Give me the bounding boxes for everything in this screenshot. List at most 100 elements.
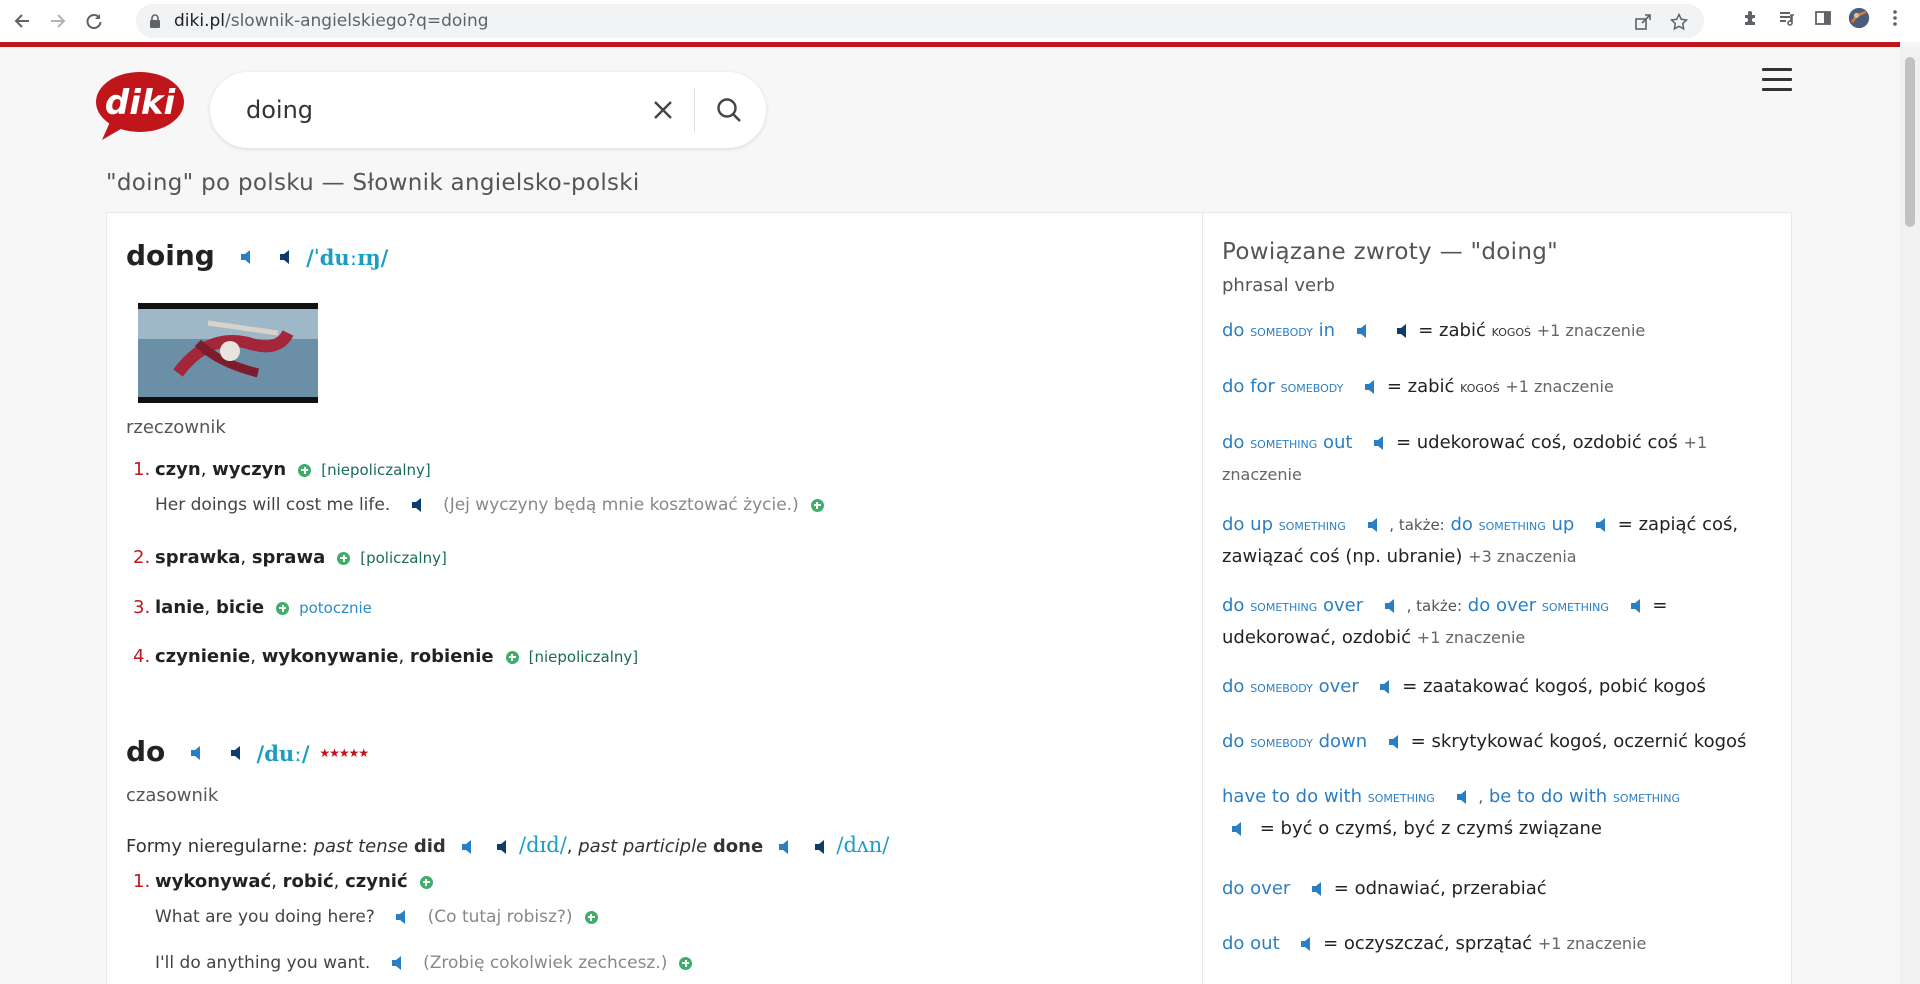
add-to-list-icon[interactable]	[810, 498, 824, 512]
translation-word[interactable]: lanie	[155, 597, 205, 618]
add-to-list-icon[interactable]	[276, 601, 290, 615]
speaker-icon[interactable]	[1230, 821, 1248, 837]
translation-word[interactable]: robić	[283, 871, 334, 892]
translation-word[interactable]: robienie	[410, 646, 494, 667]
phrase-item: do somebody in = zabić kogoś +1 znaczeni…	[1222, 320, 1646, 341]
back-icon[interactable]	[8, 7, 36, 35]
frequency-stars: ★★★★★	[319, 746, 369, 760]
translation-word[interactable]: sprawa	[252, 547, 325, 568]
phrase-item: have to do with something , be to do wit…	[1222, 786, 1681, 839]
speaker-icon[interactable]	[1363, 379, 1381, 395]
meaning-1: 1. czyn, wyczyn [niepoliczalny]	[133, 459, 431, 480]
lock-icon	[150, 14, 160, 28]
phrase-link[interactable]: do somebody over	[1222, 676, 1359, 697]
translation-word[interactable]: czynienie	[155, 646, 250, 667]
speaker-icon[interactable]	[1629, 598, 1647, 614]
entries-column: doing /ˈduːɪŋ/ rzeczownik 1. czyn, wyczyn…	[107, 213, 1203, 984]
clear-search-icon[interactable]	[652, 99, 674, 125]
phrase-link[interactable]: be to do with something	[1489, 786, 1680, 807]
phrase-link[interactable]: do something up	[1450, 514, 1574, 535]
extensions-icon[interactable]	[1740, 7, 1762, 29]
chrome-menu-icon[interactable]	[1884, 7, 1906, 29]
phrase-link[interactable]: do over something	[1468, 595, 1609, 616]
translation-word[interactable]: wyczyn	[212, 459, 286, 480]
search-box: doing	[210, 72, 766, 148]
related-title: Powiązane zwroty — "doing"	[1222, 239, 1558, 265]
phrase-link[interactable]: do up something	[1222, 514, 1346, 535]
menu-icon[interactable]	[1762, 68, 1792, 92]
diki-logo[interactable]: diki	[92, 70, 186, 142]
phrase-item: do somebody over = zaatakować kogoś, pob…	[1222, 676, 1706, 697]
speaker-icon[interactable]	[1455, 789, 1473, 805]
scrollbar-thumb[interactable]	[1905, 57, 1915, 227]
phrase-link[interactable]: do over	[1222, 878, 1290, 899]
register-tag[interactable]: potocznie	[299, 599, 372, 617]
grammar-tag: [policzalny]	[360, 549, 447, 567]
phrase-link[interactable]: do somebody down	[1222, 731, 1367, 752]
pronunciation: /ˈduːɪŋ/	[306, 245, 389, 270]
speaker-uk-icon[interactable]	[777, 839, 795, 855]
add-to-list-icon[interactable]	[298, 463, 312, 477]
search-divider	[694, 88, 695, 132]
speaker-uk-icon[interactable]	[189, 745, 207, 761]
speaker-icon[interactable]	[1366, 517, 1384, 533]
meaning-1: 1. wykonywać, robić, czynić	[133, 871, 443, 892]
phrase-link[interactable]: do out	[1222, 933, 1280, 954]
speaker-icon[interactable]	[1594, 517, 1612, 533]
phrase-link[interactable]: do something over	[1222, 595, 1363, 616]
phrase-link[interactable]: do something out	[1222, 432, 1352, 453]
translation-word[interactable]: czyn	[155, 459, 201, 480]
search-icon[interactable]	[716, 97, 742, 127]
add-to-list-icon[interactable]	[679, 956, 693, 970]
speaker-icon[interactable]	[1387, 734, 1405, 750]
speaker-icon[interactable]	[394, 909, 412, 925]
add-to-list-icon[interactable]	[505, 650, 519, 664]
reload-icon[interactable]	[80, 7, 108, 35]
share-icon[interactable]	[1632, 11, 1654, 33]
svg-text:diki: diki	[105, 83, 177, 123]
phrase-item: do over = odnawiać, przerabiać	[1222, 878, 1547, 899]
speaker-us-icon[interactable]	[1395, 323, 1413, 339]
phrase-link[interactable]: do for somebody	[1222, 376, 1343, 397]
phrase-link[interactable]: have to do with something	[1222, 786, 1435, 807]
translation-word[interactable]: bicie	[216, 597, 264, 618]
profile-avatar[interactable]	[1848, 7, 1870, 29]
speaker-us-icon[interactable]	[495, 839, 513, 855]
speaker-icon[interactable]	[1299, 936, 1317, 952]
search-input[interactable]: doing	[246, 96, 313, 124]
speaker-uk-icon[interactable]	[460, 839, 478, 855]
side-panel-icon[interactable]	[1812, 7, 1834, 29]
speaker-icon[interactable]	[1383, 598, 1401, 614]
forward-icon[interactable]	[44, 7, 72, 35]
bookmark-star-icon[interactable]	[1668, 11, 1690, 33]
grammar-tag: [niepoliczalny]	[528, 648, 639, 666]
speaker-icon[interactable]	[390, 955, 408, 971]
add-to-list-icon[interactable]	[584, 910, 598, 924]
speaker-us-icon[interactable]	[229, 745, 247, 761]
phrase-link[interactable]: do somebody in	[1222, 320, 1335, 341]
brand-top-bar	[0, 42, 1900, 47]
meaning-2: 2. sprawka, sprawa [policzalny]	[133, 547, 447, 568]
speaker-us-icon[interactable]	[813, 839, 831, 855]
page-scrollbar[interactable]	[1900, 47, 1920, 984]
speaker-icon[interactable]	[1310, 881, 1328, 897]
reading-list-icon[interactable]	[1776, 7, 1798, 29]
translation-word[interactable]: czynić	[345, 871, 408, 892]
browser-toolbar: diki.pl/slownik-angielskiego?q=doing	[0, 0, 1920, 42]
add-to-list-icon[interactable]	[419, 875, 433, 889]
speaker-uk-icon[interactable]	[1355, 323, 1373, 339]
speaker-us-icon[interactable]	[278, 249, 296, 265]
speaker-icon[interactable]	[1378, 679, 1396, 695]
part-of-speech: rzeczownik	[126, 417, 226, 438]
speaker-uk-icon[interactable]	[239, 249, 257, 265]
speaker-icon[interactable]	[410, 497, 428, 513]
entry-image[interactable]	[138, 303, 318, 403]
address-bar[interactable]: diki.pl/slownik-angielskiego?q=doing	[136, 4, 1704, 38]
translation-word[interactable]: wykonywać	[155, 871, 271, 892]
headword: doing	[126, 239, 215, 272]
speaker-icon[interactable]	[1372, 435, 1390, 451]
translation-word[interactable]: wykonywanie	[262, 646, 399, 667]
translation-word[interactable]: sprawka	[155, 547, 240, 568]
phrase-item: do somebody down = skrytykować kogoś, oc…	[1222, 731, 1747, 752]
add-to-list-icon[interactable]	[337, 551, 351, 565]
